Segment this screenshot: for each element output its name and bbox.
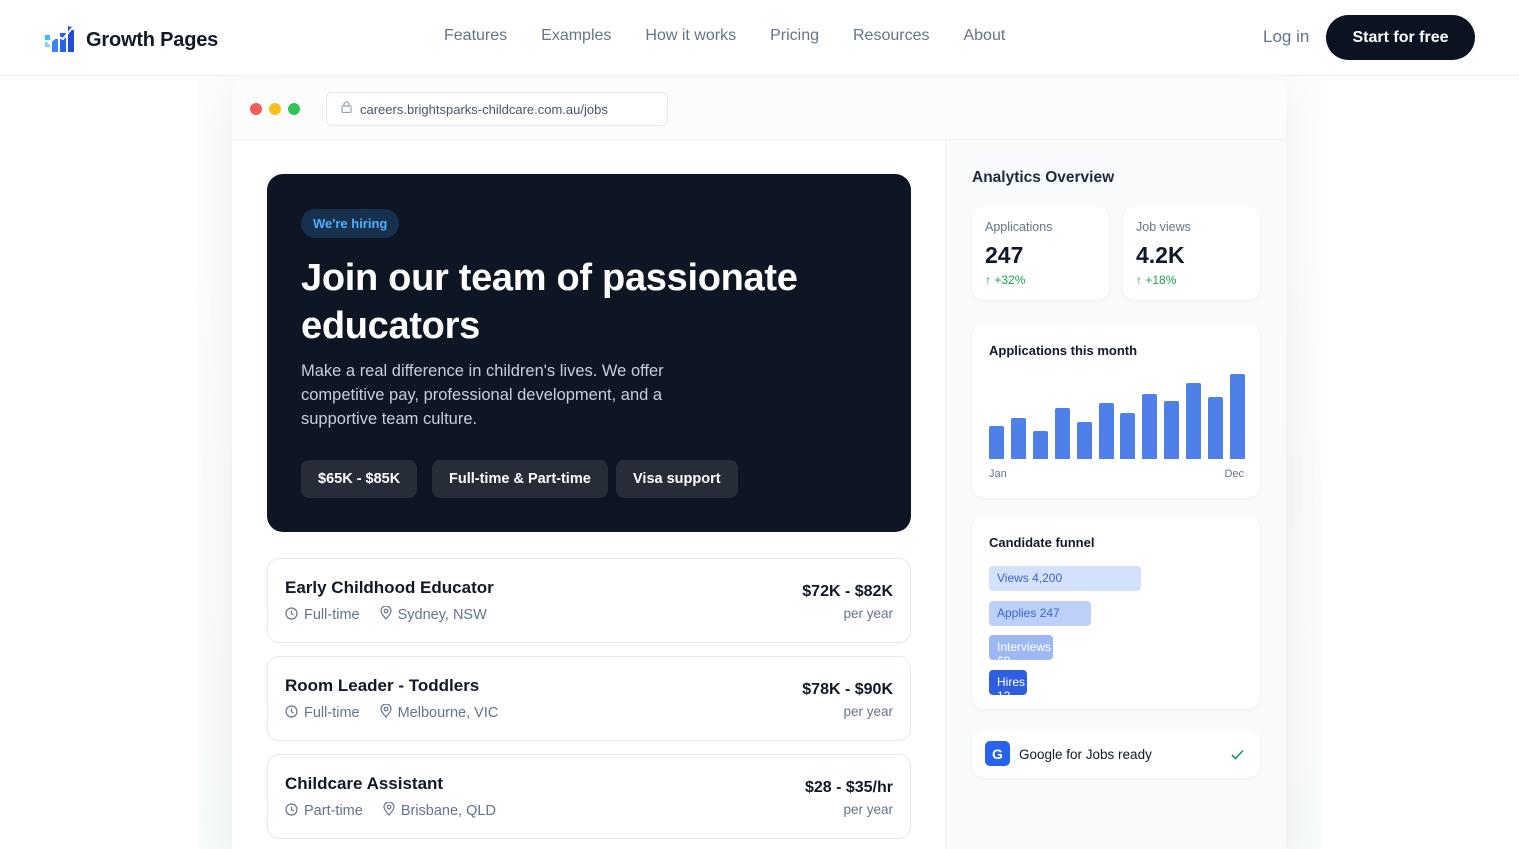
job-pay-period: per year — [843, 802, 893, 817]
location-pin-icon — [379, 703, 392, 722]
job-title: Room Leader - Toddlers — [285, 676, 480, 695]
chart-bar-apr — [1055, 408, 1070, 459]
nav-link-about[interactable]: About — [963, 27, 1005, 45]
funnel-bar-applies: Applies 247 — [989, 600, 1091, 626]
stat-delta: ↑ +18% — [1136, 273, 1176, 287]
chart-title: Applications this month — [989, 343, 1138, 358]
job-location: Melbourne, VIC — [397, 705, 499, 721]
nav-link-features[interactable]: Features — [444, 27, 507, 45]
applications-bar-chart — [989, 373, 1245, 459]
funnel-bar-interviews: Interviews 68 — [989, 635, 1053, 660]
hero-subtitle: Make a real difference in children's liv… — [301, 362, 664, 428]
login-link[interactable]: Log in — [1263, 27, 1309, 47]
stat-label: Job views — [1136, 220, 1191, 234]
chart-bar-may — [1077, 422, 1092, 459]
funnel-bar-views: Views 4,200 — [989, 566, 1141, 591]
clock-icon — [285, 802, 298, 820]
brand-name: Growth Pages — [86, 29, 219, 51]
job-salary: $28 - $35/hr — [804, 779, 893, 796]
window-close-dot — [250, 103, 262, 115]
candidate-funnel-card: Candidate funnel Views 4,200 Applies 247 I… — [972, 516, 1260, 709]
job-meta: Full-time Melbourne, VIC — [285, 703, 499, 722]
chart-bar-dec — [1230, 374, 1245, 459]
applications-stat-card: Applications 247 ↑ +32% — [972, 206, 1109, 300]
nav-link-pricing[interactable]: Pricing — [770, 27, 819, 45]
salary-chip[interactable]: $65K - $85K — [301, 460, 418, 498]
visa-support-chip[interactable]: Visa support — [616, 460, 738, 498]
chart-bar-feb — [1011, 418, 1026, 459]
job-meta: Part-time Brisbane, QLD — [285, 801, 496, 820]
nav-link-examples[interactable]: Examples — [541, 27, 611, 45]
clock-icon — [285, 606, 298, 624]
funnel-bar-hires: Hires 12 — [989, 669, 1027, 695]
job-views-stat-card: Job views 4.2K ↑ +18% — [1123, 206, 1260, 300]
stat-delta: ↑ +32% — [985, 273, 1025, 287]
url-bar[interactable]: careers.brightsparks-childcare.com.au/jo… — [326, 92, 668, 126]
google-icon: G — [985, 741, 1010, 766]
arrow-up-icon: ↑ — [1136, 273, 1142, 287]
applications-chart-card: Applications this month Jan Dec — [972, 324, 1260, 498]
analytics-title: Analytics Overview — [972, 169, 1115, 186]
analytics-panel: Analytics Overview Applications 247 ↑ +3… — [945, 140, 1286, 849]
job-meta: Full-time Sydney, NSW — [285, 605, 487, 624]
arrow-up-icon: ↑ — [985, 273, 991, 287]
chart-bar-oct — [1186, 383, 1201, 459]
stat-value: 4.2K — [1136, 242, 1185, 268]
job-title: Early Childhood Educator — [285, 578, 494, 597]
job-card[interactable]: Room Leader - Toddlers Full-time Melbour… — [267, 656, 911, 741]
clock-icon — [285, 704, 298, 722]
nav-link-resources[interactable]: Resources — [853, 27, 929, 45]
job-type: Full-time — [304, 705, 360, 721]
check-icon — [1231, 747, 1244, 765]
job-pay-period: per year — [843, 704, 893, 719]
job-type: Part-time — [304, 803, 363, 819]
chart-bar-mar — [1033, 431, 1048, 459]
top-nav: Growth Pages Features Examples How it wo… — [0, 0, 1519, 76]
chart-bar-jun — [1099, 403, 1114, 459]
hero-title: Join our team of passionate educators — [301, 257, 798, 347]
job-salary: $78K - $90K — [802, 681, 893, 698]
browser-chrome: careers.brightsparks-childcare.com.au/jo… — [232, 79, 1286, 140]
job-title: Childcare Assistant — [285, 774, 444, 793]
chart-bar-aug — [1142, 394, 1157, 459]
job-type: Full-time — [304, 607, 360, 623]
x-axis-start-label: Jan — [989, 468, 1007, 480]
stat-delta-value: +18% — [1145, 273, 1177, 287]
location-pin-icon — [383, 801, 395, 820]
start-for-free-button[interactable]: Start for free — [1326, 15, 1475, 60]
logo-icon — [44, 22, 76, 59]
stat-value: 247 — [985, 242, 1024, 268]
job-location: Sydney, NSW — [397, 607, 487, 623]
funnel-title: Candidate funnel — [989, 535, 1095, 550]
window-maximize-dot — [288, 103, 300, 115]
job-pay-period: per year — [843, 606, 893, 621]
chart-bar-jul — [1120, 413, 1135, 459]
nav-link-how-it-works[interactable]: How it works — [645, 27, 736, 45]
chart-bar-jan — [989, 426, 1004, 459]
window-minimize-dot — [269, 103, 281, 115]
job-location: Brisbane, QLD — [400, 803, 496, 819]
browser-mockup: careers.brightsparks-childcare.com.au/jo… — [232, 79, 1286, 849]
job-card[interactable]: Early Childhood Educator Full-time Sydne… — [267, 558, 911, 643]
employment-type-chip[interactable]: Full-time & Part-time — [432, 460, 608, 498]
lock-icon — [341, 100, 352, 118]
google-for-jobs-label: Google for Jobs ready — [1019, 747, 1152, 762]
stat-label: Applications — [985, 220, 1053, 234]
stat-delta-value: +32% — [994, 273, 1026, 287]
google-for-jobs-card[interactable]: G Google for Jobs ready — [972, 729, 1260, 778]
job-salary: $72K - $82K — [802, 583, 893, 600]
chart-bar-sep — [1164, 401, 1179, 459]
chart-bar-nov — [1208, 397, 1223, 459]
nav-links: Features Examples How it works Pricing R… — [444, 27, 1005, 45]
x-axis-end-label: Dec — [1224, 468, 1244, 480]
url-text: careers.brightsparks-childcare.com.au/jo… — [360, 101, 608, 117]
location-pin-icon — [379, 605, 392, 624]
brand[interactable]: Growth Pages — [44, 22, 218, 59]
hiring-badge: We're hiring — [301, 209, 400, 238]
job-card[interactable]: Childcare Assistant Part-time Brisbane, … — [267, 754, 911, 839]
hiring-hero: We're hiring Join our team of passionate… — [267, 174, 911, 532]
